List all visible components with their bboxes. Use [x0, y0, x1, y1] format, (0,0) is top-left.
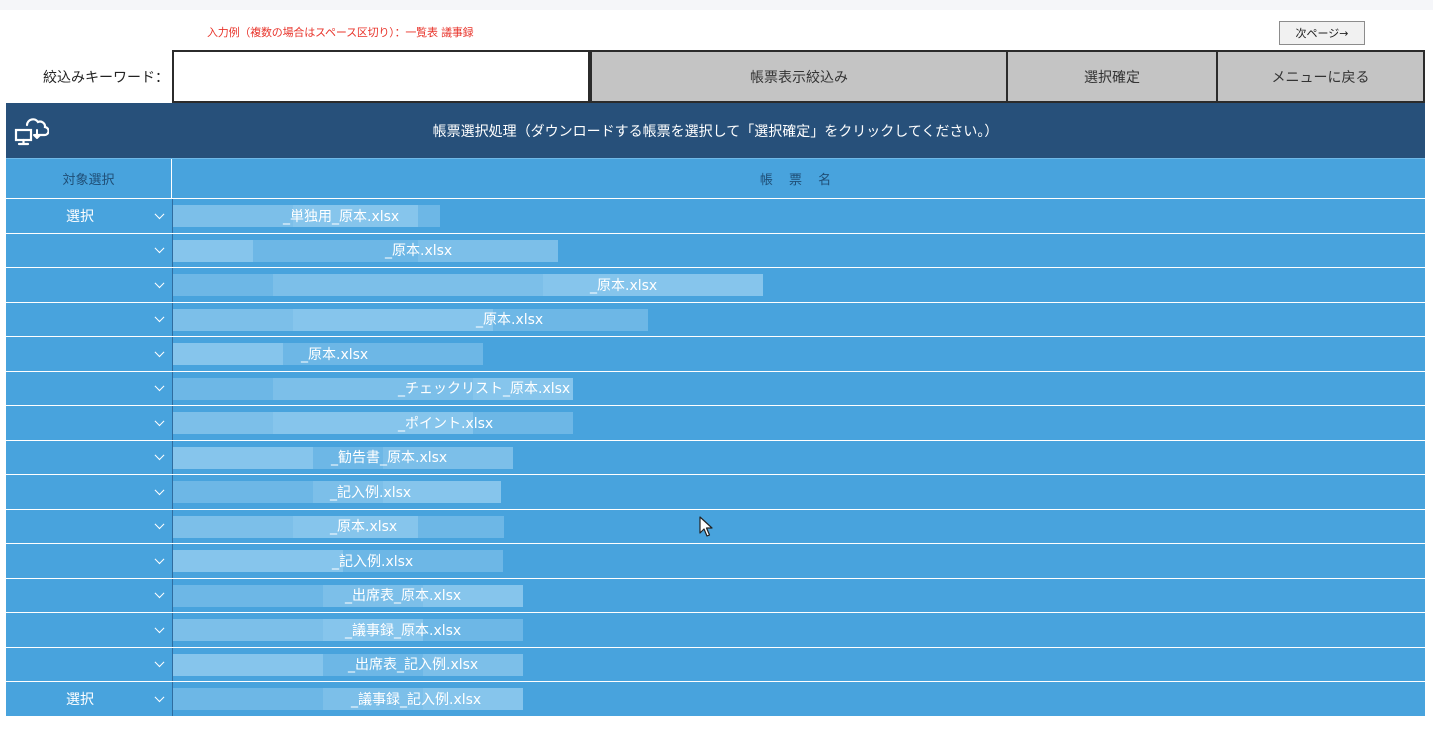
table-row: 選択 _単独用_原本.xlsx: [6, 198, 1425, 233]
form-file-name: _原本.xlsx: [385, 243, 453, 260]
form-file-name: _チェックリスト_原本.xlsx: [398, 381, 571, 398]
chevron-down-icon: [154, 519, 165, 530]
input-example-hint: 入力例（複数の場合はスペース区切り）：一覧表 議事録: [207, 26, 474, 39]
form-file-name: _勧告書_原本.xlsx: [331, 450, 448, 467]
table-row: _原本.xlsx: [6, 232, 1425, 268]
form-name-cell: _単独用_原本.xlsx: [172, 199, 1425, 233]
target-select-dropdown[interactable]: 選択: [6, 199, 172, 233]
target-select-dropdown[interactable]: 選択: [6, 682, 172, 716]
chevron-down-icon: [154, 312, 165, 323]
chevron-down-icon: [154, 416, 165, 426]
form-file-name: _出席表_記入例.xlsx: [348, 657, 479, 674]
form-name-cell: _原本.xlsx: [172, 268, 1425, 302]
target-select-dropdown[interactable]: [6, 544, 172, 578]
target-select-dropdown[interactable]: [6, 234, 172, 268]
target-select-dropdown[interactable]: [6, 579, 172, 613]
keyword-label: 絞込みキーワード：: [43, 70, 169, 86]
target-select-dropdown[interactable]: [6, 268, 172, 302]
form-file-name: _原本.xlsx: [590, 277, 658, 294]
table-row: _出席表_記入例.xlsx: [6, 646, 1425, 682]
form-file-name: _議事録_記入例.xlsx: [351, 691, 482, 708]
table-row: _原本.xlsx: [6, 508, 1425, 544]
table-row: _議事録_原本.xlsx: [6, 612, 1425, 647]
chevron-down-icon: [154, 450, 165, 461]
form-selection-panel: 帳票選択処理（ダウンロードする帳票を選択して「選択確定」をクリックしてください。…: [6, 103, 1425, 716]
form-name-cell: _チェックリスト_原本.xlsx: [172, 371, 1425, 405]
table-header: 対象選択 帳 票 名: [6, 158, 1425, 198]
chevron-down-icon: [154, 381, 165, 392]
table-row: _原本.xlsx: [6, 267, 1425, 302]
target-select-dropdown[interactable]: [6, 475, 172, 509]
form-list: 選択 _単独用_原本.xlsx _原本.xlsx _原本.xlsx _原本.xlsx _原…: [6, 198, 1425, 716]
select-column-header: 対象選択: [6, 159, 172, 198]
select-value: 選択: [66, 208, 94, 225]
form-file-name: _原本.xlsx: [301, 346, 369, 363]
select-value: 選択: [66, 691, 94, 708]
target-select-dropdown[interactable]: [6, 337, 172, 371]
target-select-dropdown[interactable]: [6, 303, 172, 337]
mouse-cursor-icon: [699, 516, 713, 537]
form-name-cell: _原本.xlsx: [172, 233, 1425, 267]
form-file-name: _記入例.xlsx: [332, 553, 414, 570]
target-select-dropdown[interactable]: [6, 372, 172, 406]
redacted-text: [173, 412, 573, 434]
panel-title: 帳票選択処理（ダウンロードする帳票を選択して「選択確定」をクリックしてください。…: [432, 123, 999, 140]
target-select-dropdown[interactable]: [6, 406, 172, 440]
form-name-cell: _ポイント.xlsx: [172, 406, 1425, 440]
form-file-name: _議事録_原本.xlsx: [345, 622, 462, 639]
confirm-selection-button[interactable]: 選択確定: [1006, 50, 1218, 103]
chevron-down-icon: [154, 692, 165, 702]
next-page-button[interactable]: 次ページ→: [1279, 21, 1365, 45]
chevron-down-icon: [154, 554, 165, 564]
form-name-cell: _原本.xlsx: [172, 302, 1425, 336]
chevron-down-icon: [154, 243, 165, 254]
form-file-name: _原本.xlsx: [330, 519, 398, 536]
chevron-down-icon: [154, 657, 165, 668]
form-name-cell: _原本.xlsx: [172, 509, 1425, 543]
target-select-dropdown[interactable]: [6, 648, 172, 682]
form-file-name: _単独用_原本.xlsx: [283, 208, 400, 225]
target-select-dropdown[interactable]: [6, 441, 172, 475]
form-name-cell: _出席表_記入例.xlsx: [172, 647, 1425, 681]
form-name-cell: _記入例.xlsx: [172, 475, 1425, 509]
table-row: _記入例.xlsx: [6, 543, 1425, 578]
table-row: _記入例.xlsx: [6, 474, 1425, 509]
name-column-header: 帳 票 名: [759, 173, 838, 188]
table-row: 選択 _議事録_記入例.xlsx: [6, 681, 1425, 716]
form-file-name: _ポイント.xlsx: [398, 415, 494, 432]
form-name-cell: _議事録_記入例.xlsx: [172, 682, 1425, 716]
form-name-cell: _勧告書_原本.xlsx: [172, 440, 1425, 474]
back-to-menu-button[interactable]: メニューに戻る: [1216, 50, 1425, 103]
redacted-text: [173, 308, 648, 331]
chevron-down-icon: [154, 623, 165, 633]
form-name-cell: _原本.xlsx: [172, 337, 1425, 371]
form-name-cell: _出席表_原本.xlsx: [172, 578, 1425, 612]
chevron-down-icon: [154, 278, 165, 288]
redacted-text: [173, 274, 763, 296]
cloud-computer-icon: [14, 118, 49, 146]
keyword-input[interactable]: [172, 50, 590, 103]
top-strip: [0, 0, 1433, 10]
form-name-cell: _議事録_原本.xlsx: [172, 613, 1425, 647]
table-row: _原本.xlsx: [6, 336, 1425, 371]
filter-display-button[interactable]: 帳票表示絞込み: [590, 50, 1008, 103]
chevron-down-icon: [154, 209, 165, 219]
chevron-down-icon: [154, 588, 165, 599]
table-row: _勧告書_原本.xlsx: [6, 439, 1425, 475]
form-file-name: _記入例.xlsx: [330, 484, 412, 501]
chevron-down-icon: [154, 485, 165, 495]
form-file-name: _原本.xlsx: [476, 312, 544, 329]
target-select-dropdown[interactable]: [6, 613, 172, 647]
target-select-dropdown[interactable]: [6, 510, 172, 544]
table-row: _原本.xlsx: [6, 301, 1425, 337]
table-row: _チェックリスト_原本.xlsx: [6, 370, 1425, 406]
table-row: _出席表_原本.xlsx: [6, 577, 1425, 613]
chevron-down-icon: [154, 347, 165, 357]
panel-header: 帳票選択処理（ダウンロードする帳票を選択して「選択確定」をクリックしてください。…: [6, 103, 1425, 158]
redacted-text: [173, 239, 558, 262]
form-name-cell: _記入例.xlsx: [172, 544, 1425, 578]
table-row: _ポイント.xlsx: [6, 405, 1425, 440]
form-file-name: _出席表_原本.xlsx: [345, 588, 462, 605]
